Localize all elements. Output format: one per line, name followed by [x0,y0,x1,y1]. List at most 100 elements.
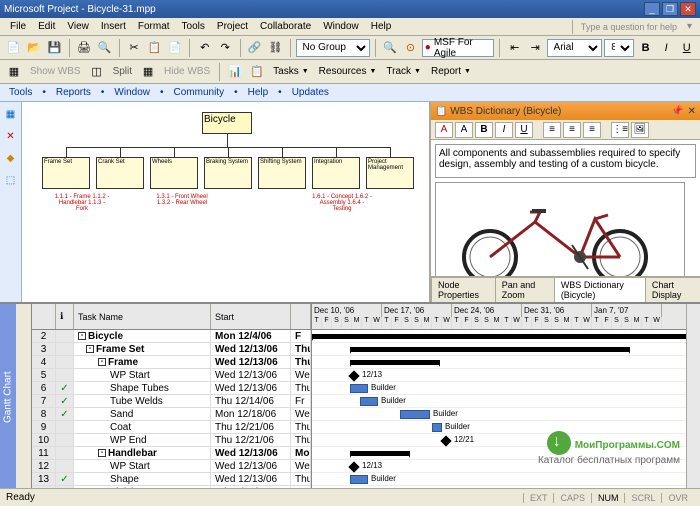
milestone-marker[interactable] [440,435,451,446]
view-icon[interactable]: 📋 [247,62,267,82]
menu-window[interactable]: Window [317,19,365,34]
italic-button[interactable]: I [495,122,513,138]
print-preview-button[interactable]: 🔍 [95,38,114,58]
menu-file[interactable]: File [4,19,32,34]
task-row[interactable]: 13✓ShapeWed 12/13/06Thu [32,473,311,486]
summary-bar[interactable] [350,347,630,352]
underline-button[interactable]: U [515,122,533,138]
generic-icon[interactable]: ▦ [4,62,24,82]
task-row[interactable]: 8✓SandMon 12/18/06We [32,408,311,421]
menu-tools[interactable]: Tools [176,19,211,34]
split-icon[interactable]: ◫ [87,62,107,82]
close-button[interactable]: ✕ [680,2,696,16]
font-size-select[interactable]: 8 [604,39,634,57]
bullets-button[interactable]: ⋮≡ [611,122,629,138]
wbs-child-node[interactable]: Shifting System [258,157,306,189]
summary-bar[interactable] [350,451,410,456]
indent-button[interactable]: ⇥ [526,38,545,58]
cut-button[interactable]: ✂ [125,38,144,58]
link-button[interactable]: 🔗 [245,38,264,58]
tool-icon[interactable]: ✕ [3,128,19,144]
summary-bar[interactable] [350,360,440,365]
task-bar[interactable] [350,384,368,393]
wbs-child-node[interactable]: Crank Set [96,157,144,189]
wbs-child-node[interactable]: Project Management [366,157,414,189]
template-display[interactable]: ●MSF For Agile [422,39,495,57]
sec-window[interactable]: Window [111,87,153,98]
copy-button[interactable]: 📋 [145,38,164,58]
menu-format[interactable]: Format [132,19,176,34]
track-dropdown[interactable]: Track▼ [382,64,425,79]
task-row[interactable]: 12WP StartWed 12/13/06We [32,460,311,473]
image-button[interactable]: 🖼 [631,122,649,138]
header-start[interactable]: Start [211,304,291,329]
tab-chart-display[interactable]: Chart Display [645,277,700,302]
task-bar[interactable] [432,423,442,432]
tab-node-properties[interactable]: Node Properties [431,277,496,302]
summary-bar[interactable] [312,334,686,339]
font-select[interactable]: Arial [547,39,603,57]
font-button[interactable]: A [455,122,473,138]
task-row[interactable]: 7✓Tube WeldsThu 12/14/06Fr [32,395,311,408]
report-dropdown[interactable]: Report▼ [427,64,475,79]
outdent-button[interactable]: ⇤ [505,38,524,58]
wbs-diagram[interactable]: Bicycle Frame SetCrank SetWheelsBraking … [22,102,430,302]
align-center-button[interactable]: ≡ [563,122,581,138]
paste-button[interactable]: 📄 [166,38,185,58]
wbs-child-node[interactable]: Wheels [150,157,198,189]
generic-icon[interactable]: ▦ [138,62,158,82]
tool-icon[interactable]: ▦ [3,106,19,122]
menu-edit[interactable]: Edit [32,19,61,34]
close-icon[interactable]: ✕ [688,106,696,117]
tab-wbs-dictionary[interactable]: WBS Dictionary (Bicycle) [554,277,646,302]
menu-insert[interactable]: Insert [95,19,132,34]
task-row[interactable]: 11-HandlebarWed 12/13/06Mor [32,447,311,460]
task-row[interactable]: 9CoatThu 12/21/06Thu [32,421,311,434]
show-wbs-button[interactable]: Show WBS [26,64,85,79]
menu-project[interactable]: Project [211,19,254,34]
unlink-button[interactable]: ⛓ [266,38,285,58]
menu-collaborate[interactable]: Collaborate [254,19,317,34]
milestone-marker[interactable] [348,370,359,381]
hide-wbs-button[interactable]: Hide WBS [160,64,214,79]
font-color-button[interactable]: A [435,122,453,138]
header-task-name[interactable]: Task Name [74,304,211,329]
redo-button[interactable]: ↷ [216,38,235,58]
tool-icon[interactable]: ◆ [3,150,19,166]
sec-community[interactable]: Community [171,87,228,98]
group-select[interactable]: No Group [296,39,370,57]
wbs-child-node[interactable]: Frame Set [42,157,90,189]
sec-help[interactable]: Help [245,87,272,98]
sec-reports[interactable]: Reports [53,87,94,98]
task-row[interactable]: 2-BicycleMon 12/4/06F [32,330,311,343]
task-bar[interactable] [400,410,430,419]
wbs-child-node[interactable]: Integration [312,157,360,189]
view-icon[interactable]: 📊 [225,62,245,82]
maximize-button[interactable]: ❐ [662,2,678,16]
save-button[interactable]: 💾 [45,38,64,58]
tasks-dropdown[interactable]: Tasks▼ [269,64,313,79]
milestone-marker[interactable] [348,461,359,472]
bold-button[interactable]: B [636,38,655,58]
gantt-chart[interactable]: Dec 10, '06Dec 17, '06Dec 24, '06Dec 31,… [312,304,686,490]
task-row[interactable]: 10WP EndThu 12/21/06Thu [32,434,311,447]
wbs-child-node[interactable]: Braking System [204,157,252,189]
sec-tools[interactable]: Tools [6,87,35,98]
task-row[interactable]: 4-FrameWed 12/13/06Thu [32,356,311,369]
dict-text-content[interactable]: All components and subassemblies require… [435,144,696,178]
wbs-root-node[interactable]: Bicycle [202,112,252,134]
menu-view[interactable]: View [61,19,95,34]
print-button[interactable]: 🖨 [75,38,94,58]
tool-icon[interactable]: ⬚ [3,172,19,188]
align-right-button[interactable]: ≡ [583,122,601,138]
task-row[interactable]: 3-Frame SetWed 12/13/06Thu [32,343,311,356]
help-search-input[interactable]: Type a question for help [572,20,683,34]
bold-button[interactable]: B [475,122,493,138]
task-bar[interactable] [360,397,378,406]
help-button[interactable]: ⊙ [401,38,420,58]
sec-updates[interactable]: Updates [289,87,332,98]
open-button[interactable]: 📂 [25,38,44,58]
underline-button[interactable]: U [677,38,696,58]
tab-pan-zoom[interactable]: Pan and Zoom [495,277,555,302]
new-button[interactable]: 📄 [4,38,23,58]
